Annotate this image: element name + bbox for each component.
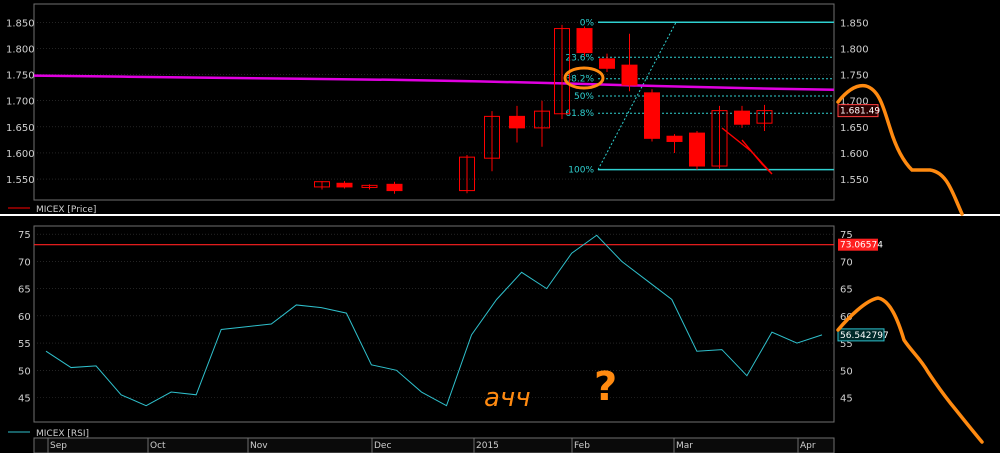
price-tick-label-right: 1.800 [840,44,869,55]
price-grid [34,21,834,180]
rsi-tick-label-left: 45 [18,394,31,405]
rsi-line [34,234,834,407]
candle-bearish [509,115,525,129]
time-axis-label: Apr [800,441,816,451]
price-tick-label-left: 1.750 [6,71,35,82]
rsi-tick-label-left: 75 [18,230,31,241]
price-tick-label-left: 1.700 [6,97,35,108]
price-tick-label-left: 1.550 [6,175,35,186]
price-tick-label-left: 1.800 [6,44,35,55]
rsi-tick-label-left: 50 [18,366,31,377]
time-axis-label: Oct [150,441,166,451]
candle-bearish [689,132,705,167]
rsi-tick-label-left: 60 [18,312,31,323]
price-tick-label-right: 1.750 [840,71,869,82]
rsi-tick-label-right: 45 [840,394,853,405]
rsi-grid [34,233,834,398]
candlesticks [314,24,773,194]
hand-drawn-annotations: ачч ? [484,66,984,444]
rsi-tick-label-left: 70 [18,257,31,268]
candle-bearish [386,183,403,192]
price-tick-label-right: 1.650 [840,123,869,134]
rsi-panel-frame [33,225,835,423]
chart-canvas: 1.850 1.8501.800 1.8001.750 1.7501.700 1.700… [0,3,1000,453]
candle-bearish [599,58,615,69]
candle-bearish [621,64,638,86]
rsi-tick-label-right: 65 [840,285,853,296]
fib-trend-line [597,22,677,170]
price-panel-frame [33,3,835,201]
rsi-tick-label-left: 55 [18,339,31,350]
candle-bearish [666,135,683,142]
scribble-text: ачч [484,383,531,413]
moving-average-line [33,74,835,91]
price-tick-label-right: 1.600 [840,149,869,160]
moving-average-path [33,74,835,91]
rsi-reference-value-text: 73.06574 [840,241,883,251]
chart-window: 1.850 1.850 1.800 1.800 1.750 1.750 1.700 1.700… [0,0,1000,453]
rsi-last-value-text: 56.542797 [840,331,889,341]
price-legend-label: MICEX [Price] [36,205,96,215]
rsi-tick-label-right: 50 [840,366,853,377]
candle-bearish [734,110,750,125]
time-axis-label: Sep [50,441,67,451]
fib-level-label: 0% [580,18,595,28]
price-tick-label-left: 1.850 [6,18,35,29]
fib-level-label: 100% [568,166,594,176]
price-last-value-label: 1.681.49 [837,104,880,118]
candle-bearish [336,182,353,188]
rsi-series-path [45,234,823,407]
time-axis-label: Feb [574,441,590,451]
price-last-value-text: 1.681.49 [840,107,880,117]
price-axis: 1.850 1.8501.800 1.8001.750 1.7501.700 1.700… [6,18,869,186]
wedge-pattern-drawing [721,127,773,175]
price-tick-label-right: 1.550 [840,175,869,186]
rsi-axis: 75 7570 7065 6560 6055 5550 5045 45 [18,230,853,404]
candle-bearish [576,28,593,54]
candle-bearish [644,92,660,139]
rsi-tick-label-right: 70 [840,257,853,268]
price-tick-label-left: 1.650 [6,123,35,134]
time-axis-label: Nov [250,441,268,451]
time-axis-label: Mar [676,441,693,451]
time-axis-label: Dec [374,441,391,451]
rsi-forecast-curve [836,296,984,444]
question-mark: ? [594,364,617,410]
panel-separator[interactable] [0,214,1000,216]
price-tick-label-left: 1.600 [6,149,35,160]
time-axis-label: 2015 [476,441,499,451]
rsi-tick-label-left: 65 [18,285,31,296]
price-tick-label-right: 1.850 [840,18,869,29]
fib-level-label: 50% [574,92,594,102]
